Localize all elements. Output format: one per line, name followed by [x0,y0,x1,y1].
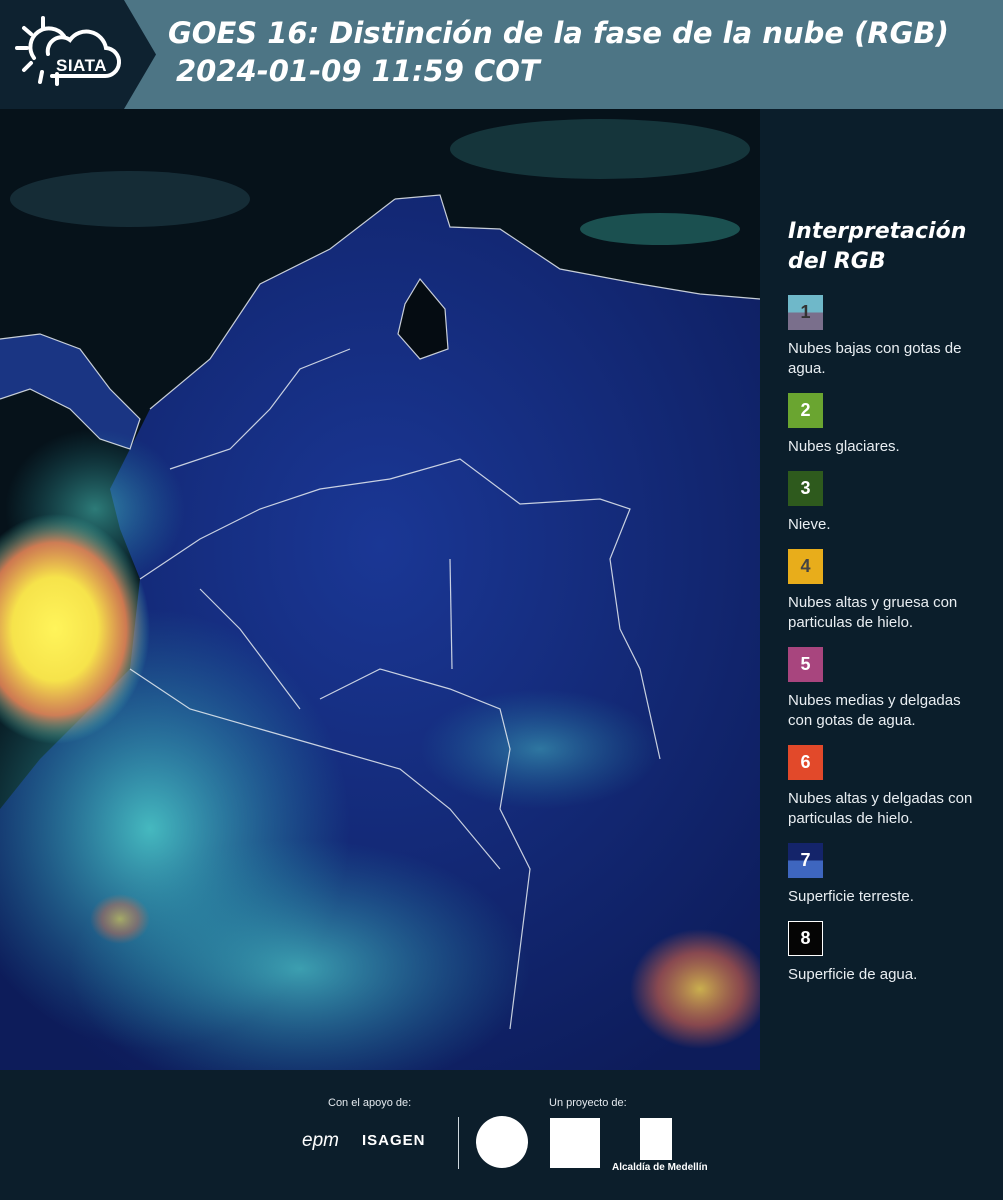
legend-item: 6 Nubes altas y delgadas con particulas … [788,745,1003,829]
legend-item: 2 Nubes glaciares. [788,393,1003,457]
epm-logo: epm [302,1130,339,1151]
legend-list: 1 Nubes bajas con gotas de agua. 2 Nubes… [788,295,1003,985]
footer-divider [458,1117,459,1169]
legend-number: 5 [800,654,811,674]
title-line-product: GOES 16: Distinción de la fase de la nub… [168,16,949,50]
legend-swatch: 6 [788,745,823,780]
legend-number: 4 [800,556,811,576]
medellin-seal-icon [476,1116,528,1168]
legend-swatch: 3 [788,471,823,506]
legend-item: 3 Nieve. [788,471,1003,535]
legend-item: 5 Nubes medias y delgadas con gotas de a… [788,647,1003,731]
legend-title: Interpretación del RGB [788,219,967,274]
legend-label: Nubes altas y delgadas con particulas de… [788,790,973,827]
legend-number: 1 [800,302,811,322]
legend-label: Nubes altas y gruesa con particulas de h… [788,594,958,631]
legend-item: 1 Nubes bajas con gotas de agua. [788,295,1003,379]
legend-swatch: 7 [788,843,823,878]
legend-number: 2 [800,400,811,420]
logo-text: SIATA [56,56,107,75]
legend-number: 6 [800,752,811,772]
legend-swatch: 2 [788,393,823,428]
legend-label: Nubes medias y delgadas con gotas de agu… [788,692,961,729]
siata-logo: SIATA [12,10,132,100]
legend-swatch: 8 [788,921,823,956]
legend-swatch: 5 [788,647,823,682]
page-title: GOES 16: Distinción de la fase de la nub… [168,14,988,90]
area-metropolitana-logo [550,1118,600,1168]
alcaldia-label: Alcaldía de Medellín [612,1162,708,1173]
legend-number: 8 [800,928,811,948]
legend-number: 7 [800,850,811,870]
footer: Con el apoyo de: Un proyecto de: epm ISA… [0,1070,1003,1200]
legend-item: 7 Superficie terreste. [788,843,1003,907]
satellite-image [0,109,760,1070]
legend-item: 8 Superficie de agua. [788,921,1003,985]
legend-label: Nieve. [788,516,831,533]
sun-cloud-icon [15,16,122,86]
legend-swatch: 4 [788,549,823,584]
legend-swatch: 1 [788,295,823,330]
alcaldia-shield-icon [640,1118,672,1160]
legend-label: Nubes glaciares. [788,438,900,455]
project-caption: Un proyecto de: [549,1097,627,1109]
legend-panel: Interpretación del RGB 1 Nubes bajas con… [760,109,1003,1070]
legend-number: 3 [800,478,811,498]
support-caption: Con el apoyo de: [328,1097,412,1109]
legend-label: Superficie de agua. [788,966,918,983]
legend-label: Nubes bajas con gotas de agua. [788,340,962,377]
satellite-map [0,109,760,1070]
title-line-datetime: 2024-01-09 11:59 COT [176,54,540,88]
legend-item: 4 Nubes altas y gruesa con particulas de… [788,549,1003,633]
isagen-logo: ISAGEN [362,1132,426,1149]
header: SIATA GOES 16: Distinción de la fase de … [0,0,1003,109]
legend-label: Superficie terreste. [788,888,914,905]
